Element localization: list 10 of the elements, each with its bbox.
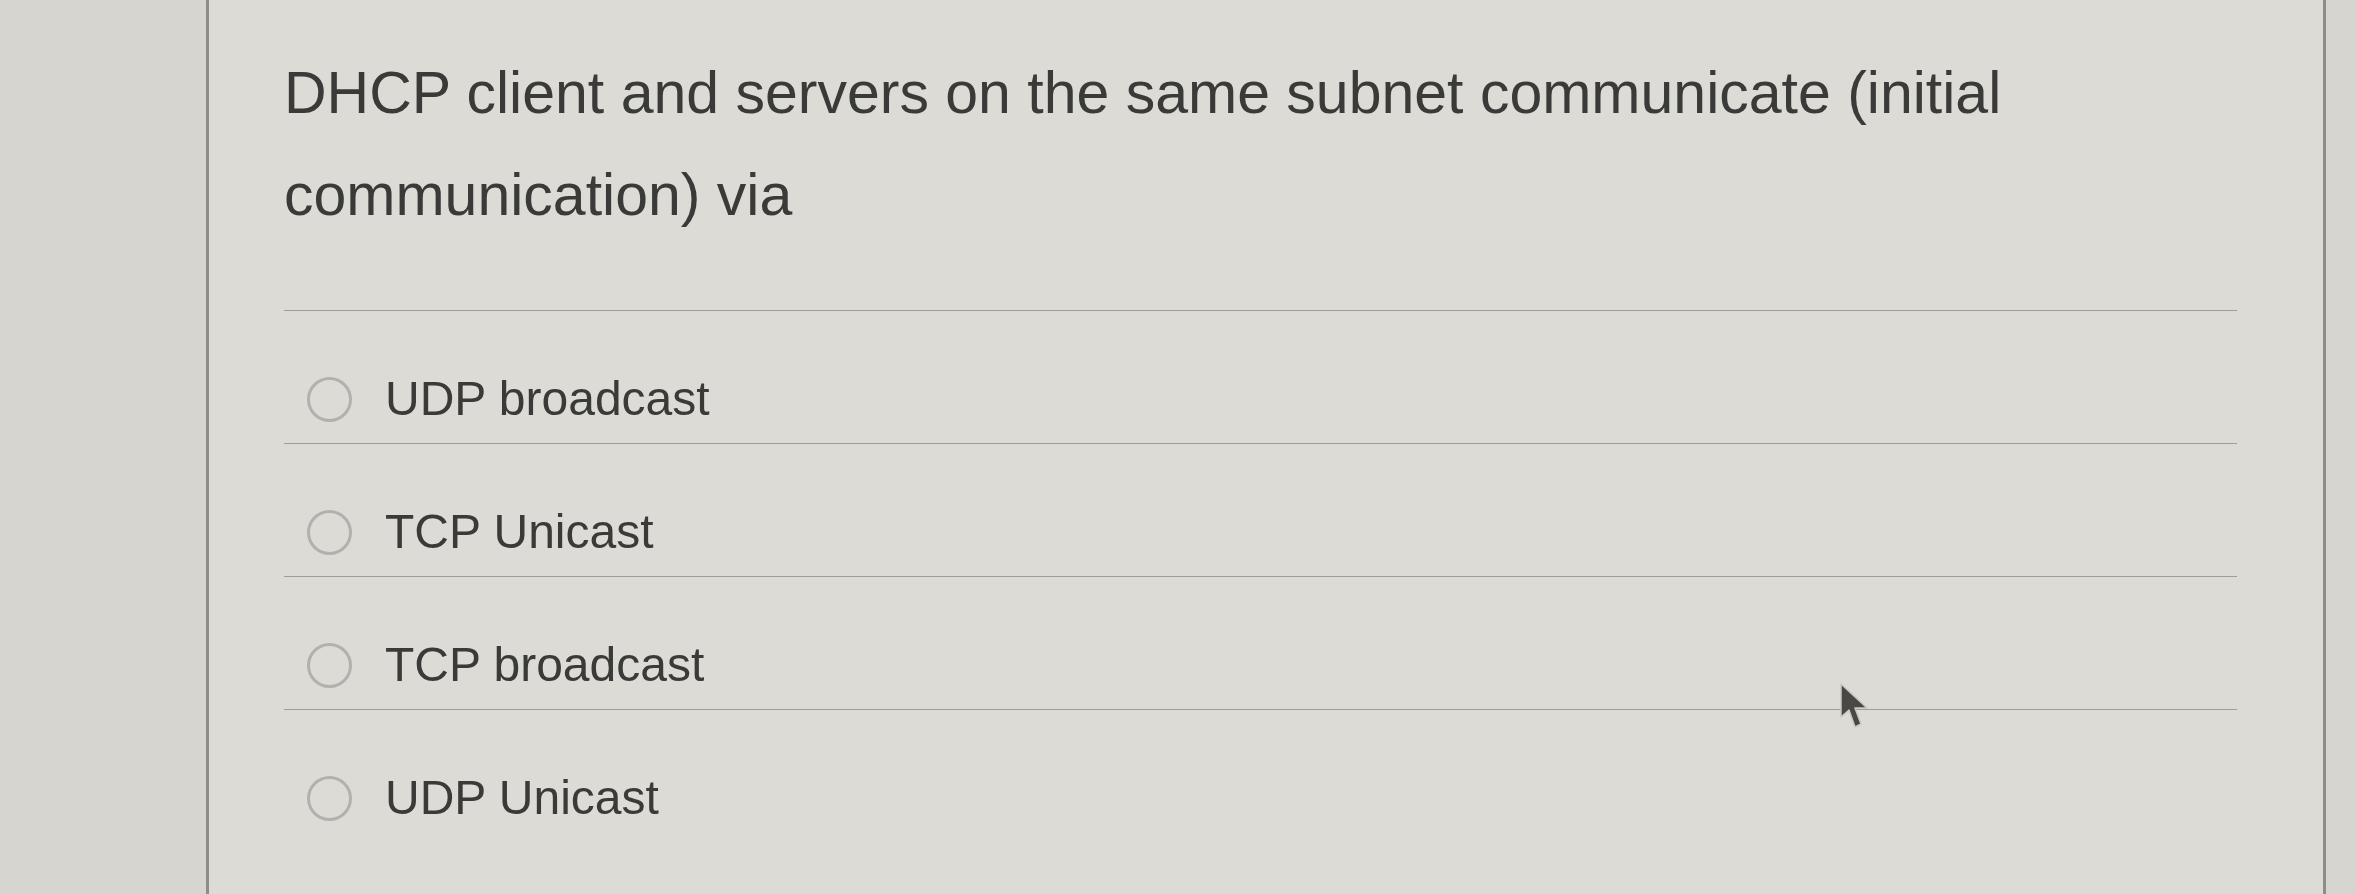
question-text: DHCP client and servers on the same subnet communicate (initial communication) via: [284, 59, 2003, 230]
radio-button[interactable]: [307, 775, 352, 821]
radio-button[interactable]: [307, 509, 352, 555]
mouse-pointer-icon: [1840, 683, 1870, 729]
radio-button[interactable]: [307, 376, 352, 422]
option-label[interactable]: TCP broadcast: [385, 639, 705, 691]
option-label[interactable]: UDP Unicast: [385, 772, 659, 824]
option-label[interactable]: UDP broadcast: [385, 373, 710, 425]
radio-button[interactable]: [307, 642, 352, 688]
option-label[interactable]: TCP Unicast: [385, 506, 654, 558]
